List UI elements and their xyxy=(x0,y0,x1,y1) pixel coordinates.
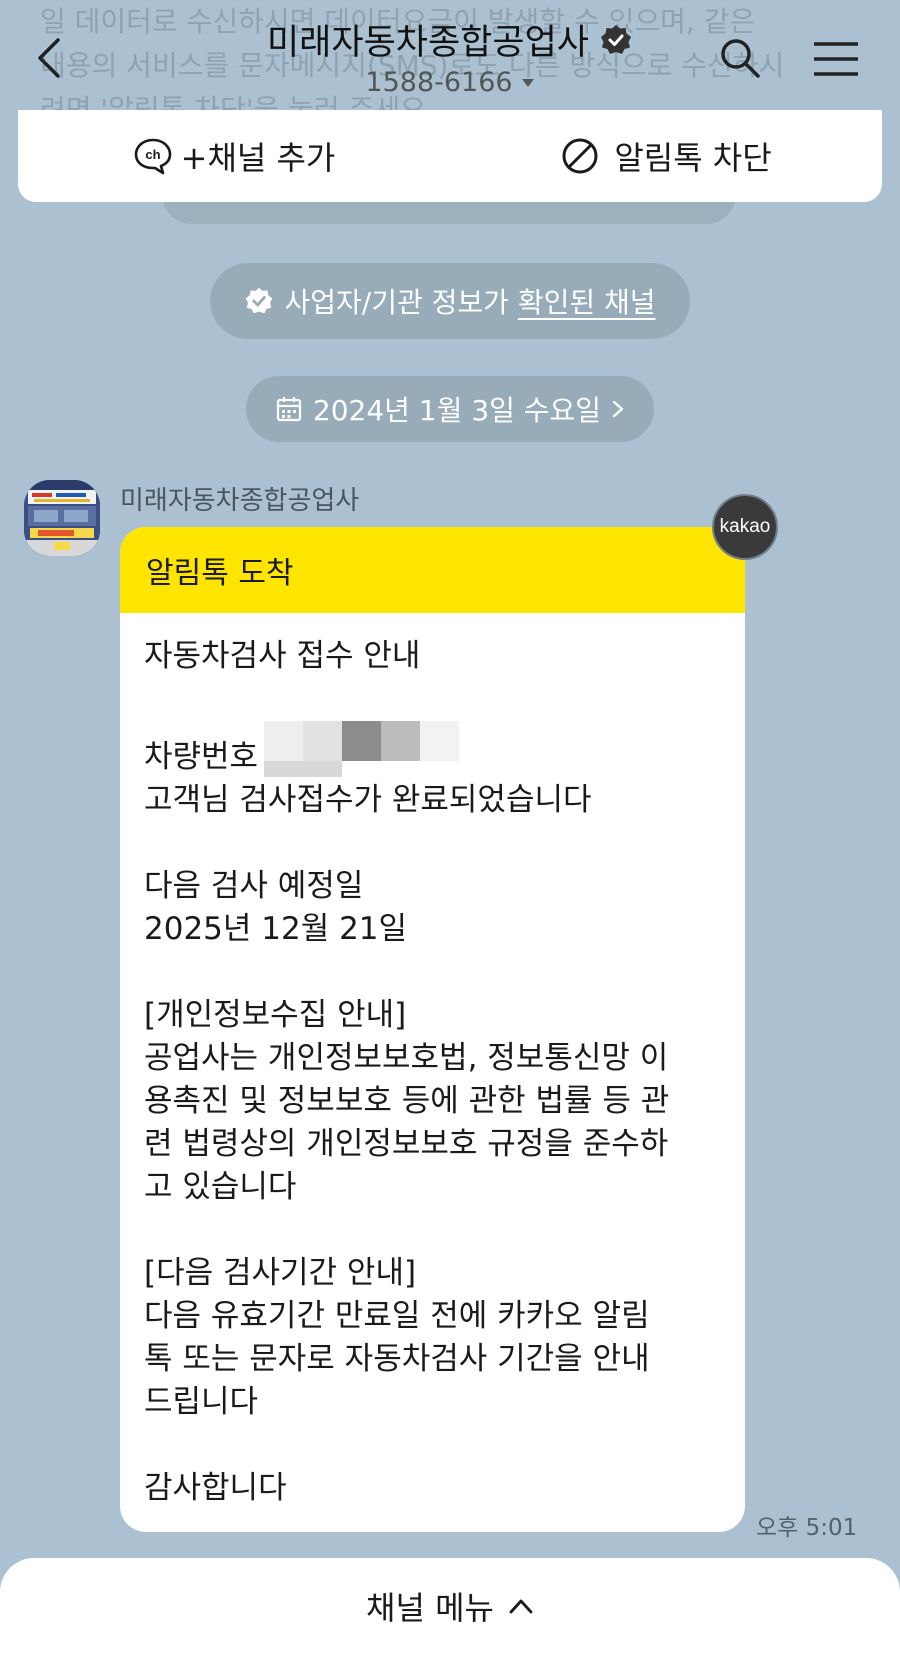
phone-number[interactable]: 1588-6166 xyxy=(365,67,534,98)
sender-avatar[interactable] xyxy=(24,480,100,556)
message-header: 알림톡 도착 xyxy=(120,527,745,613)
sender-name: 미래자동차종합공업사 xyxy=(120,486,360,516)
chat-title[interactable]: 미래자동차종합공업사 xyxy=(267,14,633,65)
message-line: 자동차검사 접수 안내 xyxy=(144,638,421,674)
message-line: 드립니다 xyxy=(144,1384,259,1420)
calendar-icon xyxy=(276,397,302,422)
channel-menu-button[interactable]: 채널 메뉴 xyxy=(0,1558,900,1653)
verified-icon xyxy=(601,24,631,54)
date-text: 2024년 1월 3일 수요일 xyxy=(312,394,602,427)
message-time: 오후 5:01 xyxy=(756,1515,858,1541)
channel-action-card: ch +채널 추가 알림톡 차단 xyxy=(18,110,882,202)
message-line: 톡 또는 문자로 자동차검사 기간을 안내 xyxy=(144,1341,650,1377)
block-icon xyxy=(562,138,598,174)
message-line: 2025년 12월 21일 xyxy=(144,911,408,947)
message-line: 공업사는 개인정보보호법, 정보통신망 이 xyxy=(144,1040,669,1076)
caret-down-icon xyxy=(521,78,534,87)
message-line: 고객님 검사접수가 완료되었습니다 xyxy=(144,782,592,818)
message-line: 고 있습니다 xyxy=(144,1169,297,1205)
business-notice-text: 사업자/기관 정보가 xyxy=(284,286,518,319)
message-line: 다음 유효기간 만료일 전에 카카오 알림 xyxy=(144,1298,650,1334)
search-icon[interactable] xyxy=(718,36,762,80)
kakao-badge: kakao xyxy=(712,494,778,560)
add-channel-label: +채널 추가 xyxy=(180,139,336,177)
message-line: 다음 검사 예정일 xyxy=(144,868,364,904)
svg-text:ch: ch xyxy=(145,147,160,162)
redacted-plate-number xyxy=(264,721,460,777)
channel-add-icon: ch xyxy=(134,138,171,175)
avatar-image xyxy=(24,480,100,556)
alimtalk-message-bubble[interactable]: 알림톡 도착 자동차검사 접수 안내 차량번호 고객님 검사접수가 완료되었습니… xyxy=(120,527,745,1532)
block-alimtalk-button[interactable]: 알림톡 차단 xyxy=(450,110,882,202)
chevron-up-icon xyxy=(509,1599,533,1613)
message-line: 련 법령상의 개인정보보호 규정을 준수하 xyxy=(144,1126,669,1162)
top-bar: 미래자동차종합공업사 1588-6166 xyxy=(0,0,900,110)
message-line: [다음 검사기간 안내] xyxy=(144,1255,417,1291)
verified-channel-link[interactable]: 확인된 채널 xyxy=(518,286,656,319)
badge-check-icon xyxy=(246,287,273,314)
channel-menu-label: 채널 메뉴 xyxy=(366,1588,494,1627)
business-verified-notice: 사업자/기관 정보가 확인된 채널 xyxy=(210,263,690,339)
add-channel-button[interactable]: ch +채널 추가 xyxy=(18,110,450,202)
hamburger-menu-icon[interactable] xyxy=(812,40,860,78)
plate-number-row: 차량번호 xyxy=(144,721,721,779)
message-line: 감사합니다 xyxy=(144,1470,287,1506)
message-line: 용촉진 및 정보보호 등에 관한 법률 등 관 xyxy=(144,1083,670,1119)
plate-number-label: 차량번호 xyxy=(144,739,259,775)
chevron-right-icon xyxy=(612,400,624,418)
phone-number-text: 1588-6166 xyxy=(365,67,513,98)
channel-name: 미래자동차종합공업사 xyxy=(266,23,589,63)
block-alimtalk-label: 알림톡 차단 xyxy=(614,139,772,177)
message-line: [개인정보수집 안내] xyxy=(144,997,407,1033)
date-divider[interactable]: 2024년 1월 3일 수요일 xyxy=(246,376,654,442)
message-body: 자동차검사 접수 안내 차량번호 고객님 검사접수가 완료되었습니다 다음 검사… xyxy=(120,613,745,1510)
title-area: 미래자동차종합공업사 1588-6166 xyxy=(0,14,900,98)
